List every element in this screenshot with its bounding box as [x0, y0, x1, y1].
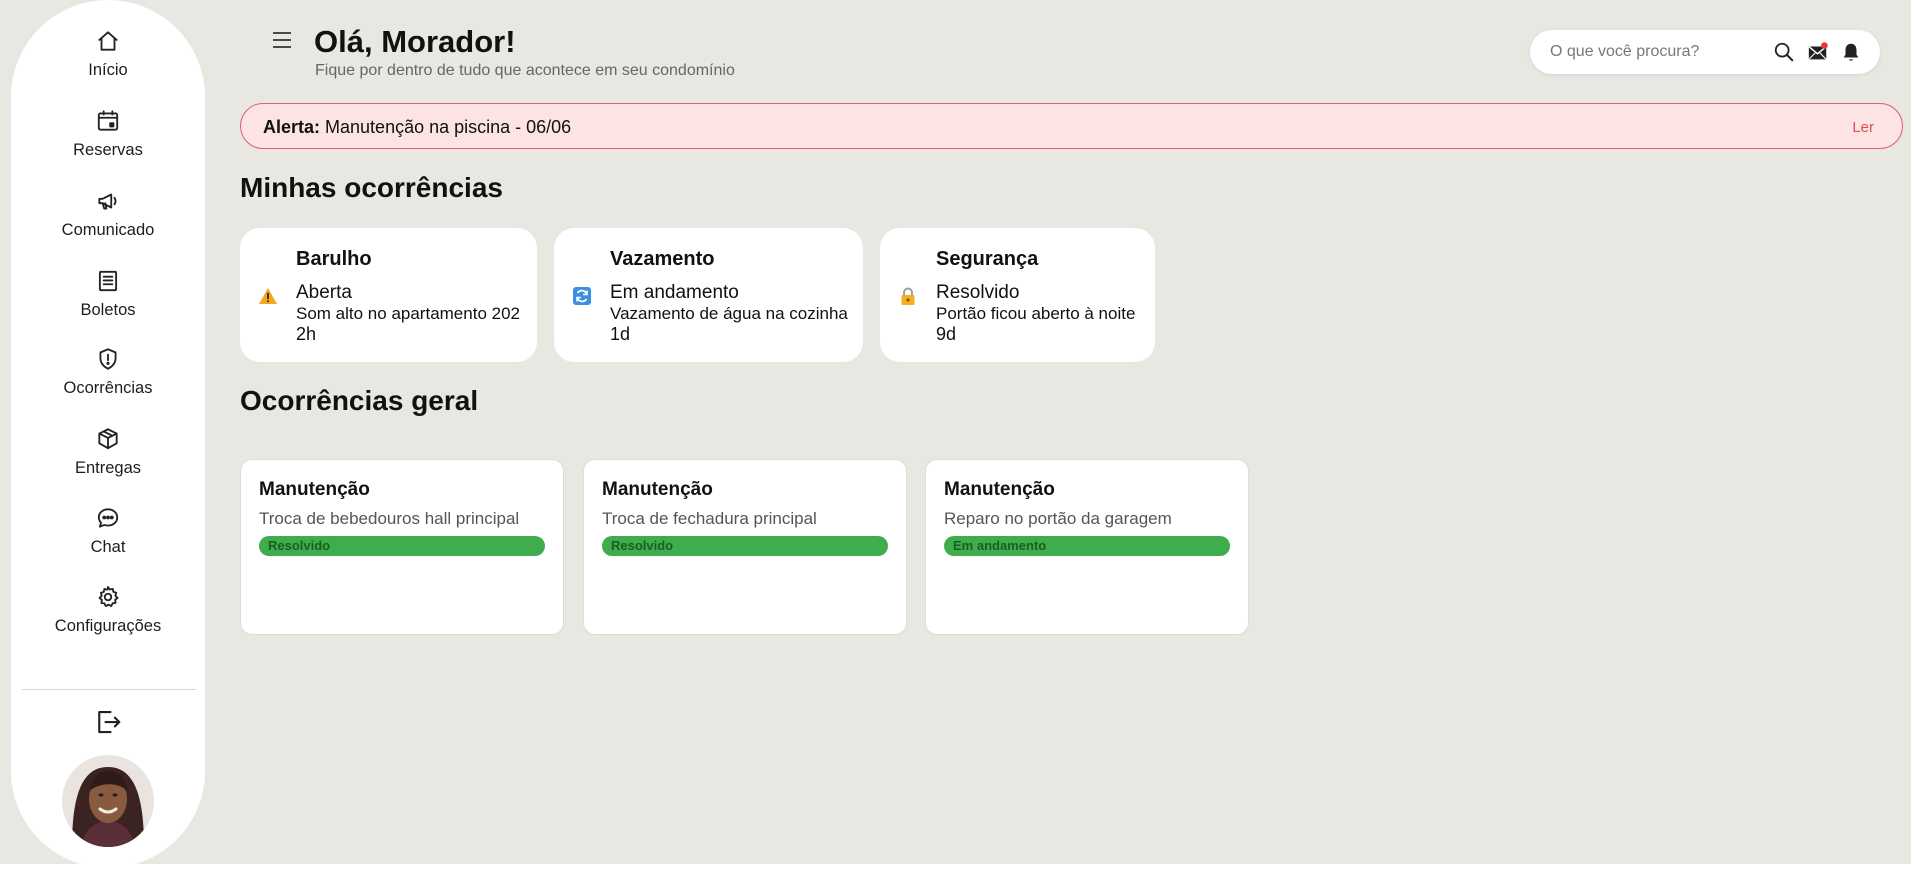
- status-badge: Em andamento: [944, 536, 1230, 556]
- sidebar-item-label: Comunicado: [61, 221, 155, 239]
- sidebar-item-reservas[interactable]: Reservas: [11, 108, 205, 160]
- sidebar-item-label: Boletos: [80, 301, 136, 319]
- status-badge: Resolvido: [602, 536, 888, 556]
- alert-prefix: Alerta:: [263, 117, 321, 137]
- search-button[interactable]: [1773, 41, 1795, 63]
- occurrence-card-seguranca[interactable]: Segurança Resolvido Portão ficou aberto …: [880, 228, 1155, 362]
- card-time: 9d: [936, 324, 957, 344]
- sidebar-divider: [22, 689, 196, 690]
- alert-banner: Alerta: Manutenção na piscina - 06/06 Le…: [240, 103, 1903, 149]
- occurrence-card-barulho[interactable]: Barulho Aberta Som alto no apartamento 2…: [240, 228, 537, 362]
- card-description: Reparo no portão da garagem: [944, 509, 1172, 528]
- sidebar-item-label: Início: [88, 61, 128, 79]
- megaphone-icon: [98, 193, 117, 210]
- package-icon: [98, 428, 118, 450]
- receipt-icon: [98, 270, 118, 292]
- card-description: Portão ficou aberto à noite: [936, 304, 1136, 323]
- sidebar-item-label: Ocorrências: [63, 379, 153, 397]
- sidebar-item-entregas[interactable]: Entregas: [11, 426, 205, 478]
- alert-read-link[interactable]: Ler: [1852, 119, 1874, 136]
- sidebar-item-ocorrencias[interactable]: Ocorrências: [11, 346, 205, 398]
- search-bar: [1530, 30, 1880, 74]
- sidebar-item-label: Chat: [90, 538, 126, 556]
- search-icon: [1774, 42, 1794, 62]
- logout-icon: [98, 710, 121, 734]
- card-time: 2h: [296, 324, 317, 344]
- hamburger-menu-icon: [273, 32, 291, 48]
- sidebar: Início Reservas Comunicado Boletos Ocorr…: [11, 0, 205, 868]
- sidebar-item-chat[interactable]: Chat: [11, 505, 205, 557]
- status-badge: Resolvido: [259, 536, 545, 556]
- app-window: Início Reservas Comunicado Boletos Ocorr…: [0, 0, 1911, 868]
- home-icon: [98, 31, 118, 51]
- general-occurrences-title: Ocorrências geral: [240, 385, 479, 416]
- my-occurrences-title: Minhas ocorrências: [240, 172, 503, 203]
- mail-button[interactable]: [1807, 41, 1829, 63]
- card-title: Manutenção: [602, 479, 713, 500]
- card-status: Resolvido: [936, 282, 1020, 303]
- alert-text: Alerta: Manutenção na piscina - 06/06: [263, 117, 571, 138]
- shield-alert-icon: [99, 348, 117, 370]
- card-title: Manutenção: [259, 479, 370, 500]
- card-status: Em andamento: [610, 282, 739, 303]
- card-description: Vazamento de água na cozinha: [610, 304, 848, 323]
- general-card[interactable]: Manutenção Troca de fechadura principal …: [583, 459, 907, 635]
- card-description: Troca de fechadura principal: [602, 509, 817, 528]
- sidebar-item-configuracoes[interactable]: Configurações: [11, 584, 205, 636]
- calendar-icon: [97, 110, 119, 131]
- menu-button[interactable]: [271, 30, 293, 50]
- card-status: Aberta: [296, 282, 352, 303]
- card-title: Barulho: [296, 248, 372, 270]
- card-title: Vazamento: [610, 248, 715, 270]
- card-title: Manutenção: [944, 479, 1055, 500]
- search-input[interactable]: [1550, 41, 1760, 63]
- lock-icon: [898, 286, 918, 306]
- general-card[interactable]: Manutenção Reparo no portão da garagem E…: [925, 459, 1249, 635]
- mail-icon: [1808, 42, 1828, 60]
- alert-message: Manutenção na piscina - 06/06: [325, 117, 572, 137]
- sidebar-item-label: Reservas: [73, 141, 143, 159]
- bell-icon: [1843, 43, 1859, 61]
- occurrence-card-vazamento[interactable]: Vazamento Em andamento Vazamento de água…: [554, 228, 863, 362]
- sidebar-item-comunicado[interactable]: Comunicado: [11, 188, 205, 240]
- avatar-photo: [62, 755, 154, 847]
- refresh-icon: [572, 286, 592, 306]
- page-title: Olá, Morador!: [314, 24, 516, 59]
- warning-icon: [258, 286, 278, 306]
- sidebar-item-inicio[interactable]: Início: [11, 28, 205, 80]
- logout-button[interactable]: [93, 707, 123, 737]
- chat-bubble-icon: [97, 508, 119, 528]
- sidebar-item-label: Entregas: [74, 459, 142, 477]
- avatar[interactable]: [62, 755, 154, 847]
- card-description: Som alto no apartamento 202: [296, 304, 520, 323]
- page-subtitle: Fique por dentro de tudo que acontece em…: [315, 62, 735, 79]
- notifications-button[interactable]: [1840, 41, 1862, 63]
- card-title: Segurança: [936, 248, 1039, 270]
- general-card[interactable]: Manutenção Troca de bebedouros hall prin…: [240, 459, 564, 635]
- card-time: 1d: [610, 324, 631, 344]
- card-description: Troca de bebedouros hall principal: [259, 509, 520, 528]
- sidebar-item-boletos[interactable]: Boletos: [11, 268, 205, 320]
- gear-icon: [98, 586, 119, 608]
- sidebar-item-label: Configurações: [54, 617, 162, 635]
